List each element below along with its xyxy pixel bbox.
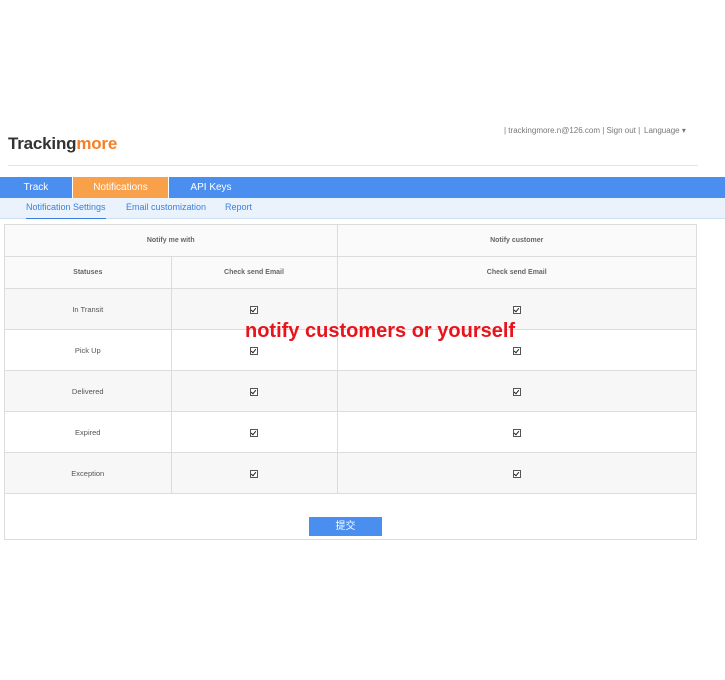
subnav-email-customization[interactable]: Email customization <box>126 198 206 218</box>
customer-email-cell <box>336 370 696 412</box>
main-nav: Track Notifications API Keys <box>0 177 725 198</box>
exception-customer-email-checkbox[interactable] <box>512 469 521 478</box>
logo-text-more: more <box>76 134 118 153</box>
expired-customer-email-checkbox[interactable] <box>512 428 521 437</box>
customer-email-cell <box>336 452 696 494</box>
notify-customer-header: Notify customer <box>336 225 696 257</box>
logo-text-tracking: Tracking <box>8 134 77 153</box>
statuses-header: Statuses <box>5 256 172 289</box>
customer-email-header: Check send Email <box>336 256 696 289</box>
pick-up-me-email-checkbox[interactable] <box>250 346 258 355</box>
notification-settings-table: Notify me with Notify customer Statuses … <box>5 225 696 494</box>
notify-me-header: Notify me with <box>5 225 338 257</box>
me-email-header: Check send Email <box>170 256 338 289</box>
table-row: Expired <box>5 411 696 453</box>
tab-api-keys[interactable]: API Keys <box>169 177 253 198</box>
submit-button[interactable]: 提交 <box>309 517 382 536</box>
expired-me-email-checkbox[interactable] <box>250 428 258 437</box>
column-header-row: Statuses Check send Email Check send Ema… <box>5 256 696 289</box>
delivered-customer-email-checkbox[interactable] <box>512 387 521 396</box>
sub-nav: Notification Settings Email customizatio… <box>0 198 725 219</box>
in-transit-customer-email-checkbox[interactable] <box>512 305 521 314</box>
customer-email-cell <box>336 411 696 453</box>
me-email-cell <box>170 452 338 494</box>
header-divider <box>8 165 698 166</box>
language-selector[interactable]: Language ▾ <box>644 127 686 135</box>
annotation-overlay-text: notify customers or yourself <box>245 320 516 342</box>
header: Trackingmore | trackingmore.n@126.com | … <box>0 110 725 166</box>
tab-track[interactable]: Track <box>0 177 72 198</box>
subnav-report[interactable]: Report <box>225 198 252 218</box>
table-row: Delivered <box>5 370 696 412</box>
me-email-cell <box>170 411 338 453</box>
notification-settings-panel: Notify me with Notify customer Statuses … <box>4 224 697 540</box>
group-header-row: Notify me with Notify customer <box>5 225 696 257</box>
subnav-notification-settings[interactable]: Notification Settings <box>26 198 106 219</box>
in-transit-me-email-checkbox[interactable] <box>250 305 258 314</box>
me-email-cell <box>170 370 338 412</box>
status-label: Delivered <box>5 370 172 412</box>
account-links[interactable]: | trackingmore.n@126.com | Sign out | <box>504 127 640 135</box>
exception-me-email-checkbox[interactable] <box>250 469 258 478</box>
status-label: In Transit <box>5 288 172 330</box>
status-label: Expired <box>5 411 172 453</box>
pick-up-customer-email-checkbox[interactable] <box>512 346 521 355</box>
trackingmore-logo[interactable]: Trackingmore <box>8 134 117 154</box>
status-label: Exception <box>5 452 172 494</box>
status-label: Pick Up <box>5 329 172 371</box>
delivered-me-email-checkbox[interactable] <box>250 387 258 396</box>
tab-notifications[interactable]: Notifications <box>72 177 169 198</box>
table-row: Exception <box>5 452 696 494</box>
